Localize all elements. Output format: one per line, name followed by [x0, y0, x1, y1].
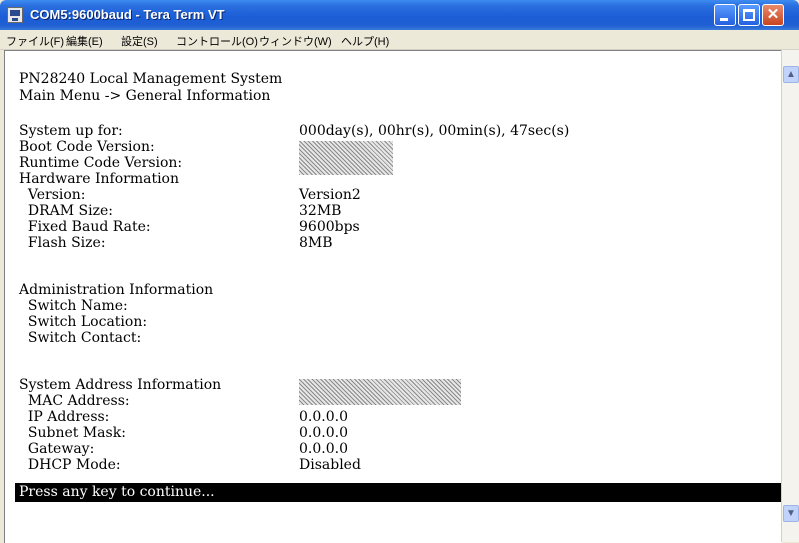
uptime-value: 000day(s), 00hr(s), 00min(s), 47sec(s) — [299, 123, 570, 139]
scroll-up-button[interactable]: ▲ — [783, 66, 799, 83]
breadcrumb-line: Main Menu -> General Information — [19, 88, 271, 104]
ip-value: 0.0.0.0 — [299, 409, 348, 425]
baud-label: Fixed Baud Rate: — [19, 219, 151, 235]
version-label: Version: — [19, 187, 86, 203]
ip-label: IP Address: — [19, 409, 110, 425]
gateway-label: Gateway: — [19, 441, 95, 457]
dram-value: 32MB — [299, 203, 342, 219]
window-title: COM5:9600baud - Tera Term VT — [30, 7, 225, 22]
dhcp-label: DHCP Mode: — [19, 457, 121, 473]
address-heading: System Address Information — [19, 377, 222, 393]
menu-help[interactable]: ヘルプ(H) — [341, 33, 389, 49]
maximize-icon — [743, 9, 755, 21]
uptime-label: System up for: — [19, 123, 123, 139]
menu-edit[interactable]: 編集(E) — [66, 33, 103, 49]
minimize-button[interactable] — [714, 4, 736, 26]
redacted-mac-block — [299, 379, 461, 405]
boot-code-label: Boot Code Version: — [19, 139, 155, 155]
continue-prompt-bar: Press any key to continue... — [15, 483, 782, 502]
hardware-heading: Hardware Information — [19, 171, 179, 187]
app-icon[interactable] — [7, 7, 23, 23]
version-value: Version2 — [299, 187, 361, 203]
menu-window[interactable]: ウィンドウ(W) — [259, 33, 332, 49]
switch-name-label: Switch Name: — [19, 298, 128, 314]
title-bar[interactable]: COM5:9600baud - Tera Term VT ✕ — [0, 0, 799, 30]
maximize-button[interactable] — [738, 4, 760, 26]
scroll-down-button[interactable]: ▼ — [783, 505, 799, 522]
baud-value: 9600bps — [299, 219, 360, 235]
close-icon: ✕ — [766, 6, 780, 23]
system-name-line: PN28240 Local Management System — [19, 71, 283, 87]
menu-control[interactable]: コントロール(O) — [176, 33, 258, 49]
runtime-code-label: Runtime Code Version: — [19, 155, 183, 171]
gateway-value: 0.0.0.0 — [299, 441, 348, 457]
switch-contact-label: Switch Contact: — [19, 330, 142, 346]
close-button[interactable]: ✕ — [762, 4, 784, 26]
continue-prompt: Press any key to continue... — [19, 484, 215, 500]
minimize-icon — [720, 18, 728, 21]
switch-location-label: Switch Location: — [19, 314, 148, 330]
terminal-screen[interactable]: PN28240 Local Management System Main Men… — [4, 50, 782, 543]
menu-setup[interactable]: 設定(S) — [121, 33, 158, 49]
flash-label: Flash Size: — [19, 235, 106, 251]
chevron-up-icon: ▲ — [786, 69, 796, 80]
vertical-scrollbar[interactable]: ▲ ▼ — [781, 50, 799, 542]
menu-file[interactable]: ファイル(F) — [6, 33, 64, 49]
subnet-value: 0.0.0.0 — [299, 425, 348, 441]
chevron-down-icon: ▼ — [786, 508, 796, 519]
admin-heading: Administration Information — [19, 282, 214, 298]
dram-label: DRAM Size: — [19, 203, 114, 219]
mac-label: MAC Address: — [19, 393, 130, 409]
menu-bar: ファイル(F) 編集(E) 設定(S) コントロール(O) ウィンドウ(W) ヘ… — [0, 30, 799, 50]
redacted-version-block — [299, 141, 393, 175]
subnet-label: Subnet Mask: — [19, 425, 126, 441]
flash-value: 8MB — [299, 235, 333, 251]
dhcp-value: Disabled — [299, 457, 361, 473]
